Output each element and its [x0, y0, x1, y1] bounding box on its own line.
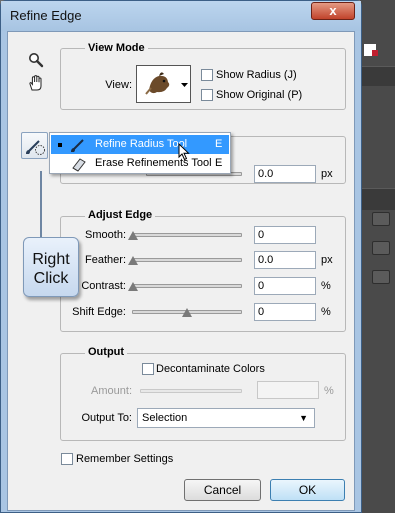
mouse-cursor-icon: [178, 142, 190, 164]
selected-bullet-icon: [58, 143, 62, 147]
output-to-select[interactable]: Selection ▼: [137, 408, 315, 428]
amount-unit: %: [324, 385, 334, 397]
menu-item-label: Refine Radius Tool: [95, 138, 188, 150]
remember-settings-label: Remember Settings: [76, 453, 174, 465]
background-swatch-red: [372, 50, 378, 56]
close-icon: x: [329, 3, 337, 18]
radius-input[interactable]: 0.0: [254, 165, 316, 183]
callout-line-2: Click: [33, 270, 69, 287]
smooth-input[interactable]: 0: [254, 226, 316, 244]
background-button: [372, 212, 390, 226]
shift-edge-input[interactable]: 0: [254, 303, 316, 321]
output-to-label: Output To:: [81, 412, 132, 424]
background-strip: [360, 188, 395, 210]
cancel-button[interactable]: Cancel: [184, 479, 261, 501]
background-button: [372, 270, 390, 284]
zoom-tool-icon[interactable]: [28, 52, 44, 71]
refine-radius-icon: [69, 136, 89, 156]
shift-edge-unit: %: [321, 306, 331, 318]
show-original-checkbox[interactable]: [201, 89, 213, 101]
contrast-slider[interactable]: [132, 284, 242, 288]
feather-unit: px: [321, 254, 333, 266]
contrast-input[interactable]: 0: [254, 277, 316, 295]
close-button[interactable]: x: [311, 2, 355, 20]
shift-edge-slider-thumb[interactable]: [182, 308, 192, 317]
view-label: View:: [105, 79, 132, 91]
view-thumbnail-icon: [145, 72, 170, 95]
menu-item-refine-radius-tool[interactable]: Refine Radius Tool E: [51, 135, 229, 154]
menu-item-erase-refinements-tool[interactable]: Erase Refinements Tool E: [51, 154, 229, 173]
decontaminate-colors-label: Decontaminate Colors: [156, 363, 265, 375]
remember-settings-checkbox[interactable]: [61, 453, 73, 465]
background-button: [372, 241, 390, 255]
view-mode-preview[interactable]: [136, 65, 180, 103]
feather-slider-thumb[interactable]: [128, 256, 138, 265]
show-original-label: Show Original (P): [216, 89, 303, 101]
chevron-down-icon: ▼: [299, 413, 308, 423]
erase-refinements-icon: [69, 155, 89, 175]
tool-popup-menu: Refine Radius Tool E Erase Refinements T…: [49, 132, 231, 174]
output-title: Output: [85, 346, 128, 358]
dropdown-arrow-icon: [181, 83, 188, 87]
refine-edge-dialog: Refine Edge x View Mode View: Show Radiu…: [0, 0, 362, 513]
show-radius-label: Show Radius (J): [216, 69, 297, 81]
window-title: Refine Edge: [10, 8, 82, 23]
refine-radius-tool-button[interactable]: [21, 132, 48, 159]
callout-connector: [40, 171, 42, 239]
decontaminate-colors-checkbox[interactable]: [142, 363, 154, 375]
show-radius-checkbox[interactable]: [201, 69, 213, 81]
view-mode-dropdown[interactable]: [179, 65, 191, 103]
ok-button[interactable]: OK: [270, 479, 345, 501]
contrast-unit: %: [321, 280, 331, 292]
right-click-callout: Right Click: [23, 237, 79, 297]
adjust-edge-title: Adjust Edge: [85, 209, 156, 221]
view-mode-title: View Mode: [85, 42, 148, 54]
background-strip: [360, 66, 395, 86]
title-bar[interactable]: Refine Edge x: [1, 1, 361, 31]
contrast-slider-thumb[interactable]: [128, 282, 138, 291]
feather-input[interactable]: 0.0: [254, 251, 316, 269]
amount-label: Amount:: [91, 385, 132, 397]
menu-item-shortcut: E: [215, 138, 223, 150]
shift-edge-label: Shift Edge:: [72, 306, 126, 318]
amount-input: [257, 381, 319, 399]
feather-slider[interactable]: [132, 258, 242, 262]
menu-item-label: Erase Refinements Tool: [95, 157, 212, 169]
amount-slider: [140, 389, 242, 393]
output-to-value: Selection: [142, 412, 188, 424]
menu-item-shortcut: E: [215, 157, 223, 169]
brush-icon: [26, 140, 45, 155]
callout-line-1: Right: [32, 251, 70, 268]
smooth-slider-thumb[interactable]: [128, 231, 138, 240]
radius-unit: px: [321, 168, 333, 180]
smooth-slider[interactable]: [132, 233, 242, 237]
hand-tool-icon[interactable]: [27, 74, 45, 95]
